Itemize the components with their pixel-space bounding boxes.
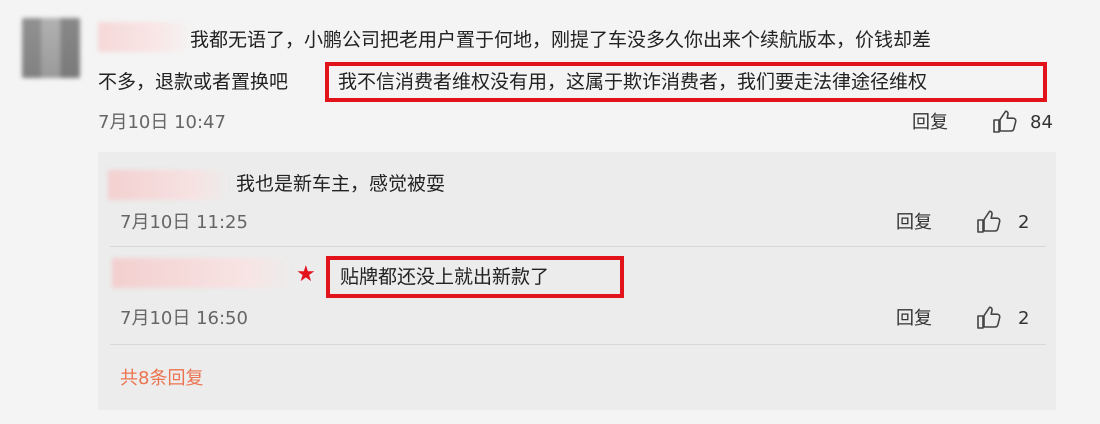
reply-timestamp: 7月10日 11:25 [120, 212, 248, 233]
avatar[interactable] [22, 18, 80, 78]
username-blurred[interactable] [98, 22, 194, 52]
like-icon[interactable] [992, 110, 1018, 134]
reply-button[interactable]: 回复 [912, 112, 948, 134]
comment-highlighted-text: 我不信消费者维权没有用，这属于欺诈消费者，我们要走法律途径维权 [338, 71, 928, 93]
like-count: 2 [1018, 212, 1030, 233]
comment-text-line1: 我都无语了，小鹏公司把老用户置于何地，刚提了车没多久你出来个续航版本，价钱却差 [190, 29, 932, 51]
like-icon[interactable] [976, 210, 1002, 234]
reply-button[interactable]: 回复 [896, 212, 932, 234]
star-badge-icon: ★ [296, 262, 316, 287]
more-replies-link[interactable]: 共8条回复 [120, 368, 203, 390]
reply-highlighted-text: 贴牌都还没上就出新款了 [340, 266, 550, 288]
comment-timestamp: 7月10日 10:47 [98, 112, 226, 133]
reply-username-blurred[interactable] [108, 170, 230, 200]
reply-timestamp: 7月10日 16:50 [120, 308, 248, 329]
divider [110, 246, 1046, 247]
like-count: 2 [1018, 308, 1030, 329]
divider [110, 344, 1046, 345]
reply-button[interactable]: 回复 [896, 308, 932, 330]
like-icon[interactable] [976, 306, 1002, 330]
comment-text-line2: 不多，退款或者置换吧 [98, 71, 289, 93]
reply-username-blurred[interactable] [112, 258, 292, 288]
reply-text: 我也是新车主，感觉被耍 [236, 173, 446, 195]
like-count: 84 [1030, 112, 1053, 133]
